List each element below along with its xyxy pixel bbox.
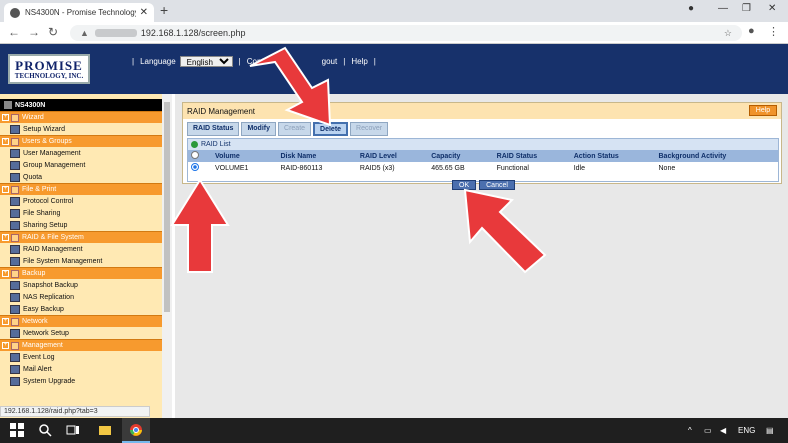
arrow-to-radio-icon	[170, 178, 230, 273]
arrow-to-ok-icon	[463, 188, 547, 274]
arrow-to-delete-tab-icon	[249, 46, 332, 127]
chrome-icon	[130, 424, 142, 436]
windows-taskbar: ^ ▭ ◀ ENG ▤	[0, 418, 788, 443]
network-icon[interactable]: ▭	[704, 426, 712, 435]
language-indicator[interactable]: ENG	[738, 426, 755, 435]
search-icon[interactable]	[38, 423, 52, 437]
notifications-icon[interactable]: ▤	[766, 426, 774, 435]
tray-chevron-icon[interactable]: ^	[688, 426, 692, 435]
annotation-arrows	[170, 46, 547, 274]
windows-start-icon[interactable]	[10, 423, 24, 437]
chrome-taskbar-button[interactable]	[122, 418, 150, 443]
file-explorer-icon[interactable]	[98, 423, 112, 437]
task-view-icon[interactable]	[66, 423, 80, 437]
volume-icon[interactable]: ◀	[720, 426, 726, 435]
